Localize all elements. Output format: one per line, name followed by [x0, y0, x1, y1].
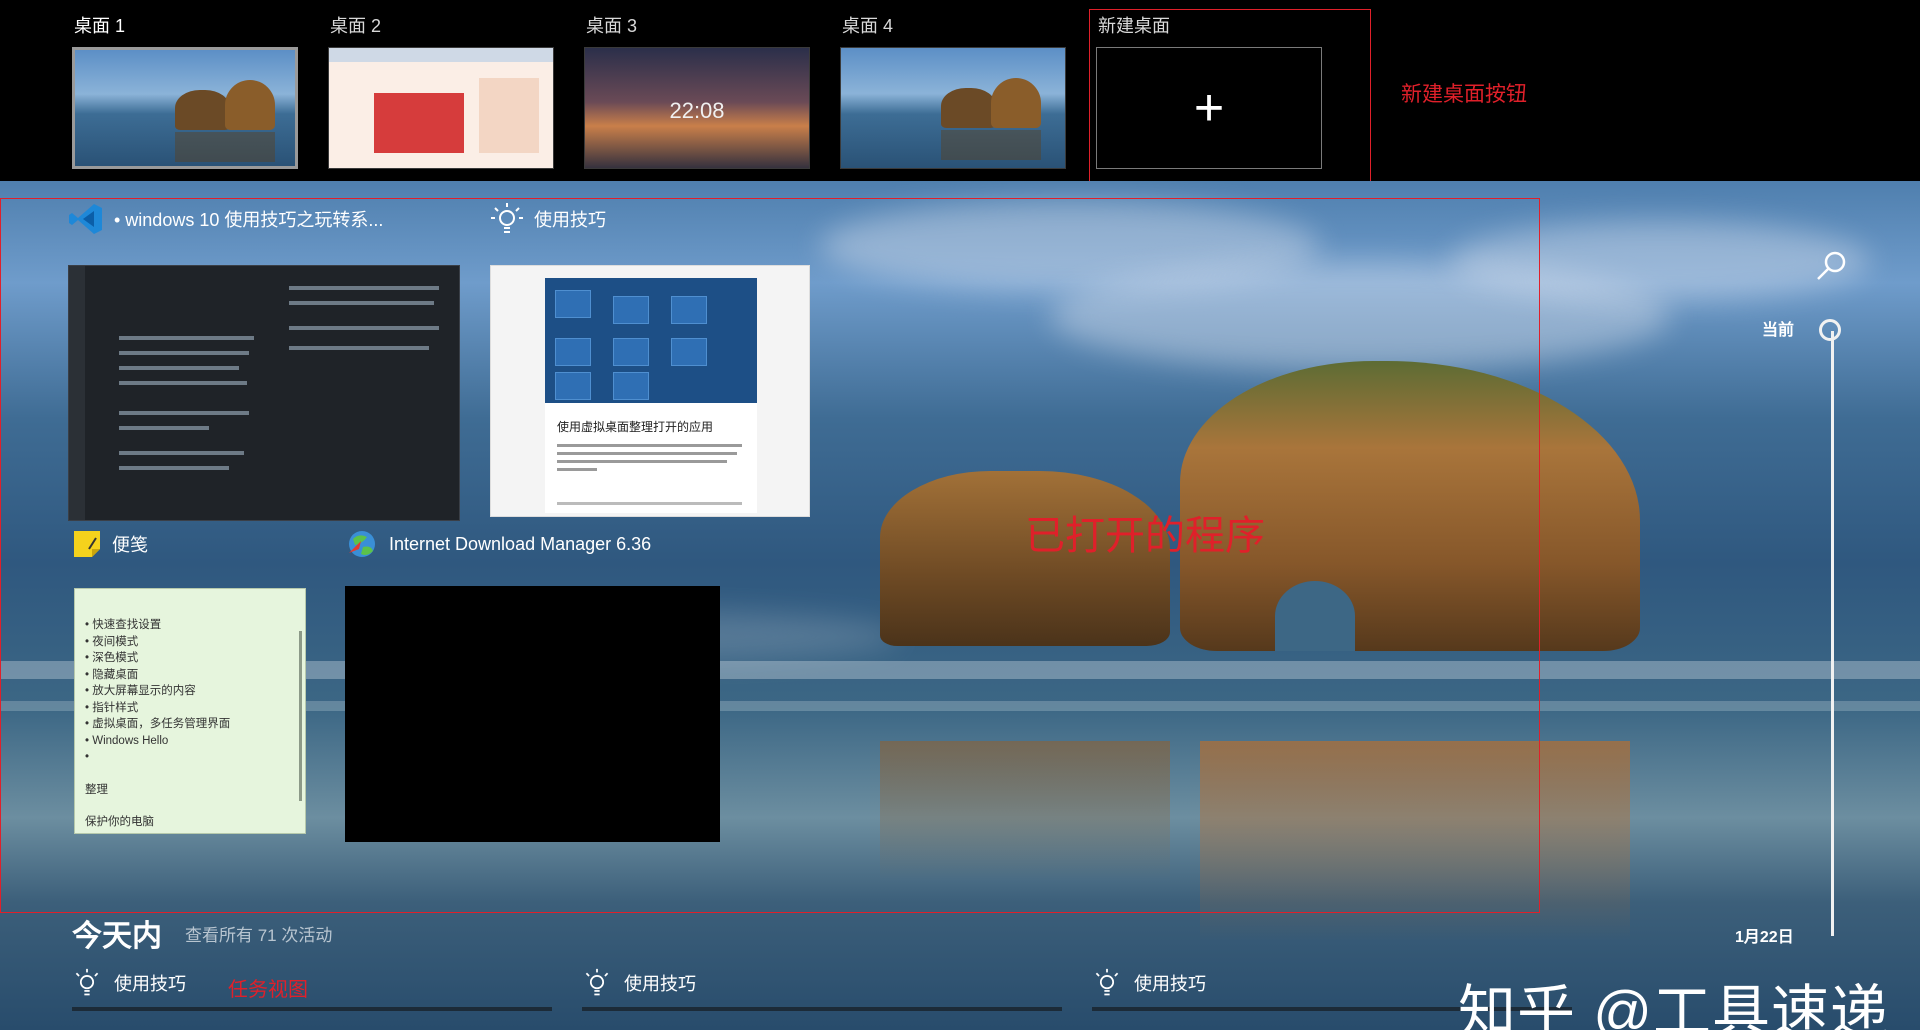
window-title: 使用技巧 [534, 210, 606, 230]
sticky-note-content: • 快速查找设置 • 夜间模式 • 深色模式 • 隐藏桌面 • 放大屏幕显示的内… [85, 617, 230, 831]
window-card-idm[interactable]: Internet Download Manager 6.36 [345, 526, 725, 856]
desktop-label: 桌面 1 [74, 16, 126, 36]
window-preview[interactable] [68, 265, 460, 521]
desktop-thumbnail[interactable]: 22:08 [584, 47, 810, 169]
window-title: 便笺 [112, 535, 148, 555]
lightbulb-icon [1095, 968, 1119, 996]
desktop-2-item[interactable]: 桌面 2 [328, 0, 558, 175]
annotation-box-new-desktop [1089, 9, 1371, 191]
sticky-scrollbar[interactable] [299, 631, 302, 801]
lightbulb-icon [585, 968, 609, 996]
sticky-line: • 深色模式 [85, 652, 139, 664]
timeline-scrollbar[interactable] [1831, 331, 1834, 936]
window-card-vscode[interactable]: • windows 10 使用技巧之玩转系... [68, 201, 460, 521]
sticky-line: • 指针样式 [85, 701, 139, 714]
tips-card-heading: 使用虚拟桌面整理打开的应用 [557, 420, 714, 434]
desktop-thumbnail[interactable] [328, 47, 554, 169]
window-preview[interactable]: • 快速查找设置 • 夜间模式 • 深色模式 • 隐藏桌面 • 放大屏幕显示的内… [74, 588, 306, 834]
sticky-line: • 隐藏桌面 [85, 668, 139, 681]
sticky-line: • 虚拟桌面，多任务管理界面 [85, 718, 231, 730]
timeline-current-marker[interactable] [1819, 319, 1841, 341]
sticky-line: • 放大屏幕显示的内容 [85, 685, 196, 697]
desktop-wallpaper: 已打开的程序 • windows 10 使用技巧之玩转系... 使用技巧 使用虚… [0, 181, 1920, 1030]
desktop-1-item[interactable]: 桌面 1 [72, 0, 302, 175]
window-header: Internet Download Manager 6.36 [345, 526, 651, 562]
desktop-thumbnail[interactable] [840, 47, 1066, 169]
activity-title: 使用技巧 [624, 974, 696, 994]
vscode-icon [69, 204, 102, 234]
annotation-new-desktop-button: 新建桌面按钮 [1401, 83, 1527, 106]
annotation-task-view: 任务视图 [228, 979, 308, 1001]
sticky-line: • 快速查找设置 [85, 619, 162, 631]
activity-item[interactable]: 使用技巧 [1092, 965, 1206, 1001]
sticky-line: 整理 [85, 783, 108, 796]
window-header: 便笺 [72, 526, 148, 562]
sticky-line: 保护你的电脑 [85, 816, 154, 828]
activity-title: 使用技巧 [1134, 974, 1206, 994]
window-card-tips[interactable]: 使用技巧 使用虚拟桌面整理打开的应用 [490, 201, 810, 517]
window-preview[interactable]: 使用虚拟桌面整理打开的应用 [490, 265, 810, 517]
sticky-notes-icon [74, 531, 100, 557]
window-title: Internet Download Manager 6.36 [389, 533, 652, 554]
activity-title: 使用技巧 [114, 974, 186, 994]
search-icon[interactable] [1815, 249, 1849, 283]
lightbulb-icon [491, 203, 523, 233]
window-preview[interactable] [345, 586, 720, 842]
lightbulb-icon [75, 968, 99, 996]
lock-screen-time: 22:08 [669, 98, 725, 123]
sticky-line: • 夜间模式 [85, 635, 139, 648]
activity-card-edge [582, 1007, 1062, 1011]
desktop-label: 桌面 2 [330, 16, 382, 36]
desktop-label: 桌面 4 [842, 16, 894, 36]
watermark: 知乎 @工具速递 [1458, 980, 1889, 1030]
activity-card-edge [72, 1007, 552, 1011]
activity-heading: 今天内 [72, 920, 162, 953]
idm-globe-icon [349, 531, 375, 557]
sticky-line: • [85, 751, 90, 763]
timeline-date-label[interactable]: 1月22日 [1735, 923, 1794, 947]
desktop-4-item[interactable]: 桌面 4 [840, 0, 1070, 175]
window-title: • windows 10 使用技巧之玩转系... [114, 210, 384, 230]
sticky-line: • Windows Hello [85, 734, 169, 747]
window-header: • windows 10 使用技巧之玩转系... [68, 201, 383, 237]
desktop-3-item[interactable]: 桌面 3 22:08 [584, 0, 814, 175]
timeline-now-label: 当前 [1762, 322, 1795, 339]
activity-item[interactable]: 使用技巧 [72, 965, 186, 1001]
desktop-thumbnail[interactable] [72, 47, 298, 169]
annotation-open-programs: 已打开的程序 [1025, 514, 1265, 558]
window-header: 使用技巧 [490, 201, 606, 237]
virtual-desktop-strip: 桌面 1 桌面 2 桌面 3 22:08 桌面 4 新建桌面 + 新建桌面按钮 [0, 0, 1920, 191]
see-all-activities-link[interactable]: 查看所有 71 次活动 [185, 921, 332, 946]
activity-item[interactable]: 使用技巧 [582, 965, 696, 1001]
desktop-label: 桌面 3 [586, 16, 638, 36]
window-card-sticky-notes[interactable]: 便笺 • 快速查找设置 • 夜间模式 • 深色模式 • 隐藏桌面 • 放大屏幕显… [72, 526, 312, 856]
